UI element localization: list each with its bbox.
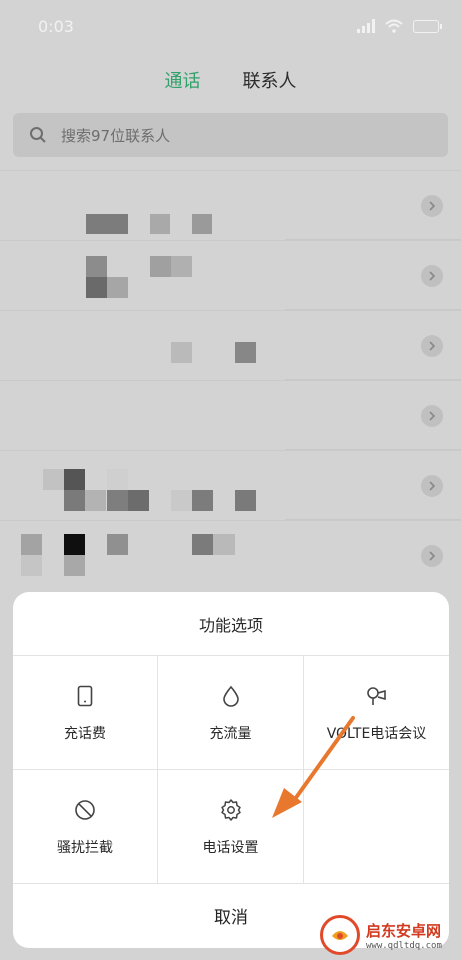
watermark-text: 启东安卓网 www.qdltdq.com (366, 920, 442, 951)
watermark-url: www.qdltdq.com (366, 940, 442, 951)
watermark: 启东安卓网 www.qdltdq.com (320, 910, 461, 960)
watermark-name: 启东安卓网 (366, 921, 442, 940)
watermark-logo-icon (320, 915, 360, 955)
annotation-arrow (272, 716, 355, 818)
